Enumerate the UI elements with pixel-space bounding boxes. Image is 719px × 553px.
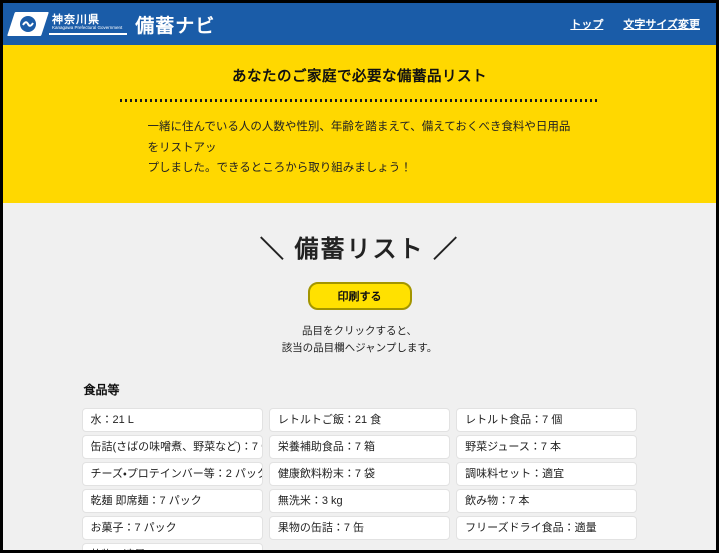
hero-title: あなたのご家庭で必要な備蓄品リスト xyxy=(232,69,487,85)
main-content: ＼ 備蓄リスト ／ 印刷する 品目をクリックすると、 該当の品目欄へジャンプしま… xyxy=(3,203,716,550)
stock-item-snacks[interactable]: お菓子：7 パック xyxy=(81,515,263,540)
kanagawa-emblem-icon xyxy=(7,12,49,36)
hero-description-line2: プしました。できるところから取り組みましょう！ xyxy=(147,162,412,175)
jump-note-line1: 品目をクリックすると、 xyxy=(301,325,418,338)
stock-item-seasoning-set[interactable]: 調味料セット：適宜 xyxy=(456,461,638,486)
stock-item-retort-food[interactable]: レトルト食品：7 個 xyxy=(456,407,638,432)
stock-item-supplements[interactable]: 栄養補助食品：7 箱 xyxy=(268,434,451,459)
stock-item-cheese-protein-bar[interactable]: チーズ・プロテインバー等：2 パック xyxy=(81,461,263,486)
stock-item-drinks[interactable]: 飲み物：7 本 xyxy=(456,488,638,513)
stock-item-health-drink-powder[interactable]: 健康飲料粉末：7 袋 xyxy=(268,461,451,486)
site-title: 備蓄ナビ xyxy=(135,15,216,37)
dotted-divider xyxy=(119,99,600,102)
site-header: 神奈川県 Kanagawa Prefectural Government 備蓄ナ… xyxy=(3,3,716,45)
stock-item-dried-noodles[interactable]: 乾麺 即席麺：7 パック xyxy=(81,488,263,513)
stock-item-canned-fruit[interactable]: 果物の缶詰：7 缶 xyxy=(268,515,451,540)
stock-item-retort-rice[interactable]: レトルトご飯：21 食 xyxy=(268,407,451,432)
hero-description-line1: 一緒に住んでいる人の人数や性別、年齢を踏まえて、備えておくべき食料や日用品をリス… xyxy=(147,121,571,154)
stock-item-water[interactable]: 水：21 L xyxy=(81,407,263,432)
prefecture-name-block: 神奈川県 Kanagawa Prefectural Government xyxy=(49,13,128,36)
stock-item-freeze-dried[interactable]: フリーズドライ食品：適量 xyxy=(456,515,638,540)
print-button[interactable]: 印刷する xyxy=(307,282,412,311)
page: 神奈川県 Kanagawa Prefectural Government 備蓄ナ… xyxy=(0,0,719,553)
stock-item-vegetable-juice[interactable]: 野菜ジュース：7 本 xyxy=(456,434,638,459)
hero-description: 一緒に住んでいる人の人数や性別、年齢を踏まえて、備えておくべき食料や日用品をリス… xyxy=(148,117,572,179)
jump-note-line2: 該当の品目欄へジャンプします。 xyxy=(281,341,438,354)
hero-banner: あなたのご家庭で必要な備蓄品リスト 一緒に住んでいる人の人数や性別、年齢を踏まえ… xyxy=(3,45,716,204)
header-nav: トップ 文字サイズ変更 xyxy=(570,16,700,32)
site-logo[interactable]: 神奈川県 Kanagawa Prefectural Government 備蓄ナ… xyxy=(7,11,216,38)
jump-note: 品目をクリックすると、 該当の品目欄へジャンプします。 xyxy=(3,323,716,357)
stock-item-grid: 水：21 L レトルトご飯：21 食 レトルト食品：7 個 缶詰(さばの味噌煮、… xyxy=(81,407,638,550)
stock-item-dried-goods[interactable]: 乾物：適量 xyxy=(81,542,263,550)
stock-item-canned-food[interactable]: 缶詰(さばの味噌煮、野菜など)：7 缶 xyxy=(81,434,263,459)
stock-item-rice[interactable]: 無洗米：3 kg xyxy=(268,488,451,513)
section-title: ＼ 備蓄リスト ／ xyxy=(259,236,460,264)
category-label: 食品等 xyxy=(83,382,120,397)
stock-list: 食品等 水：21 L レトルトご飯：21 食 レトルト食品：7 個 缶詰(さばの… xyxy=(81,381,638,550)
font-size-link[interactable]: 文字サイズ変更 xyxy=(623,16,700,32)
top-link[interactable]: トップ xyxy=(570,16,603,32)
prefecture-name-en: Kanagawa Prefectural Government xyxy=(52,25,123,31)
